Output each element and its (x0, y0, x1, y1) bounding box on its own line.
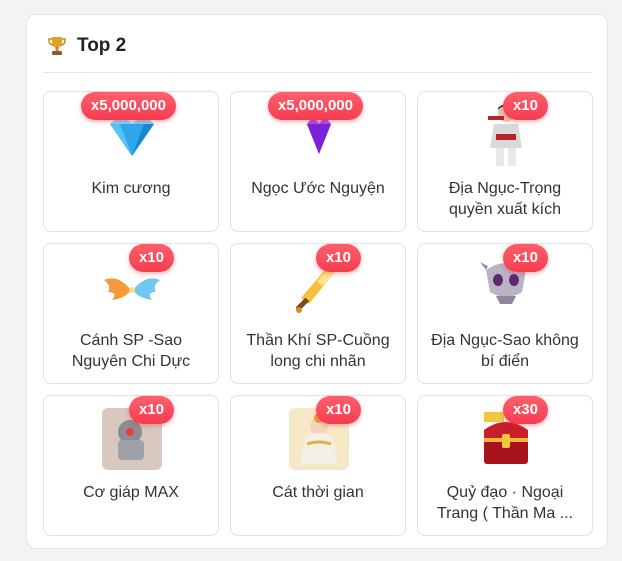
item-name: Quỷ đạo · Ngoại Trang ( Thần Ma ... (436, 484, 574, 522)
item-name: Thần Khí SP-Cuồng long chi nhãn (246, 332, 390, 370)
reward-item-than-khi-sp[interactable]: x10 Thần Khí SP-Cuồng long chi nhãn (230, 243, 406, 384)
trophy-icon (48, 37, 66, 55)
reward-item-co-giap-max[interactable]: x10 Cơ giáp MAX (43, 395, 219, 536)
reward-item-dia-nguc-trong-quyen[interactable]: x10 Địa Ngục-Trọng quyền xuất kích (417, 91, 593, 232)
reward-grid: x5,000,000 Kim cương x5,000,000 Ngọc Ước… (43, 91, 593, 536)
reward-card: Top 2 x5,000,000 Kim cương x5,000,000 Ng… (26, 14, 608, 549)
item-name: Địa Ngục-Sao không bí điển (431, 332, 579, 370)
reward-item-ngoc-uoc-nguyen[interactable]: x5,000,000 Ngọc Ước Nguyện (230, 91, 406, 232)
item-name: Cơ giáp MAX (83, 484, 179, 501)
quantity-badge: x10 (315, 396, 361, 424)
quantity-badge: x10 (128, 244, 174, 272)
quantity-badge: x5,000,000 (80, 92, 176, 120)
reward-item-kim-cuong[interactable]: x5,000,000 Kim cương (43, 91, 219, 232)
reward-item-dia-nguc-sao-khong[interactable]: x10 Địa Ngục-Sao không bí điển (417, 243, 593, 384)
reward-item-quy-dao-ngoai-trang[interactable]: x30 Quỷ đạo · Ngoại Trang ( Thần Ma ... (417, 395, 593, 536)
item-name: Ngọc Ước Nguyện (251, 180, 385, 197)
reward-item-canh-sp[interactable]: x10 Cánh SP -Sao Nguyên Chi Dực (43, 243, 219, 384)
quantity-badge: x30 (502, 396, 548, 424)
item-name: Cánh SP -Sao Nguyên Chi Dực (71, 332, 191, 370)
item-name: Kim cương (91, 180, 171, 197)
header-divider (43, 72, 591, 73)
reward-item-cat-thoi-gian[interactable]: x10 Cát thời gian (230, 395, 406, 536)
card-header: Top 2 (47, 33, 126, 59)
item-name: Địa Ngục-Trọng quyền xuất kích (448, 180, 562, 218)
quantity-badge: x10 (502, 244, 548, 272)
item-name: Cát thời gian (272, 484, 364, 501)
quantity-badge: x10 (128, 396, 174, 424)
quantity-badge: x10 (315, 244, 361, 272)
page-title: Top 2 (77, 35, 127, 56)
quantity-badge: x5,000,000 (267, 92, 363, 120)
quantity-badge: x10 (502, 92, 548, 120)
